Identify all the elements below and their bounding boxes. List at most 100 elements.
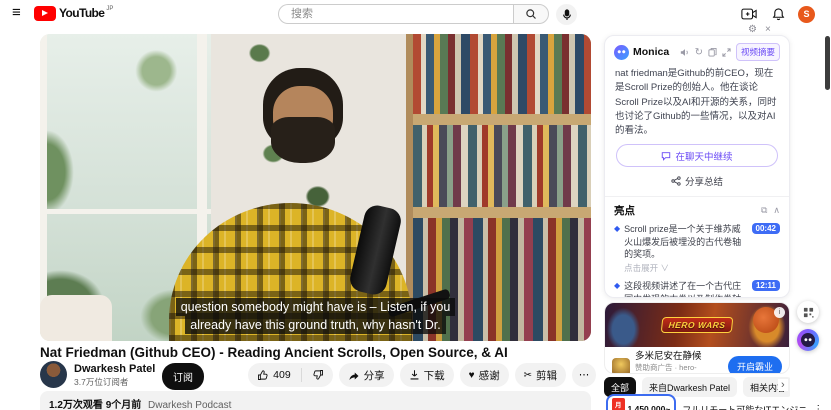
pill-divider: [300, 368, 302, 382]
refresh-button[interactable]: ↻: [695, 47, 703, 58]
share-icon: [349, 372, 359, 380]
thanks-heart-icon: ♥: [468, 369, 475, 381]
download-label: 下载: [423, 369, 445, 382]
sparkle-icon: ◆: [614, 281, 621, 291]
search-button[interactable]: [513, 4, 549, 24]
monica-panel: Monica ↻ 视频摘要 nat friedman是Github的前CEO，现…: [604, 35, 790, 298]
create-video-icon: [741, 8, 757, 20]
subscriber-count: 3.7万位订阅者: [74, 377, 129, 387]
monica-toolbar: ↻ 视频摘要: [680, 43, 780, 61]
search-input[interactable]: [278, 4, 513, 24]
ad-sponsor-label: 赞助商广告 · hero-wars.com: [635, 363, 697, 373]
sparkle-icon: ◆: [614, 224, 621, 234]
monica-header: Monica ↻ 视频摘要: [614, 43, 780, 61]
voice-search-button[interactable]: [556, 4, 577, 25]
menu-icon[interactable]: ≡: [12, 4, 21, 21]
price-value: 1,450,000~: [627, 404, 671, 410]
ad-cta-button[interactable]: 开启霸业: [727, 356, 782, 373]
caption-line-1: question somebody might have is – Listen…: [175, 297, 456, 316]
book-row: [413, 34, 591, 114]
thanks-button[interactable]: ♥ 感谢: [459, 363, 509, 387]
channel-name[interactable]: Dwarkesh Patel: [74, 363, 155, 375]
book-row: [413, 124, 591, 208]
video-player[interactable]: question somebody might have is – Listen…: [40, 34, 591, 341]
panel-divider: [605, 196, 789, 198]
highlights-tools: ⧉ ∧: [761, 205, 780, 216]
highlights-title: 亮点: [614, 205, 635, 218]
share-summary-button[interactable]: 分享总结: [614, 171, 780, 191]
product-menu-icon[interactable]: ⋮: [813, 404, 823, 410]
download-icon: [410, 370, 419, 380]
monica-title: Monica: [633, 46, 670, 58]
window-frame: [40, 34, 47, 341]
search-bar: [278, 4, 577, 25]
chat-icon: [662, 151, 671, 161]
download-button[interactable]: 下载: [399, 363, 454, 387]
tabs-scroll-right-icon[interactable]: ›: [778, 379, 788, 391]
youtube-region-label: JP: [106, 6, 114, 12]
copy-highlights-icon[interactable]: ⧉: [761, 205, 767, 216]
shelf-board: [406, 113, 591, 125]
panel-settings-icon[interactable]: ⚙: [748, 24, 757, 35]
product-row: 月額 1,450,000~ フルリモート可能なITエンジニ ⋮: [606, 394, 823, 410]
subscribe-button[interactable]: 订阅: [162, 363, 204, 390]
timestamp-badge[interactable]: 12:11: [751, 280, 780, 292]
speaker-beard: [271, 116, 335, 163]
expand-highlight-link[interactable]: 点击展开 ∨: [624, 262, 747, 274]
screenshot-tool-button[interactable]: [797, 301, 819, 323]
thumb-up-icon[interactable]: [257, 369, 269, 381]
video-captions: question somebody might have is – Listen…: [40, 297, 591, 334]
ad-brand-logo: HERO WARS: [660, 317, 734, 333]
monica-launcher-button[interactable]: [797, 329, 819, 351]
read-aloud-button[interactable]: [680, 48, 690, 57]
description-box[interactable]: 1.2万次观看 9个月前 Dwarkesh Podcast Nat Friedm…: [40, 391, 591, 410]
highlight-item: ◆ 这段视频讲述了在一个古代庄园中发现的古卷以及制作卷轴的过程。 点击展开 ∨ …: [614, 280, 780, 297]
like-dislike-pill: 409: [248, 363, 333, 387]
product-title[interactable]: フルリモート可能なITエンジニ: [682, 403, 807, 410]
more-icon: ⋯: [578, 369, 590, 381]
shelf-board: [406, 207, 591, 219]
ad-banner[interactable]: HERO WARS i: [605, 303, 789, 347]
monica-logo-icon: [614, 44, 629, 60]
channel-avatar[interactable]: [40, 361, 67, 388]
ad-card: HERO WARS i 多米尼安在静候 赞助商广告 · hero-wars.co…: [604, 302, 790, 374]
top-bar: ≡ YouTube JP S: [0, 0, 831, 28]
copy-summary-button[interactable]: [708, 47, 717, 57]
share-button[interactable]: 分享: [338, 363, 394, 387]
youtube-logo-text: YouTube: [59, 6, 105, 20]
youtube-logo[interactable]: YouTube JP: [34, 6, 113, 21]
price-badge: 月額: [612, 398, 625, 410]
clip-button[interactable]: ✂ 剪辑: [514, 363, 566, 387]
like-count[interactable]: 409: [273, 369, 291, 381]
chevron-down-icon: ∨: [660, 263, 670, 274]
create-video-button[interactable]: [740, 5, 758, 23]
copy-icon: [708, 47, 717, 57]
thumb-down-icon[interactable]: [312, 369, 324, 381]
video-summary-button[interactable]: 视频摘要: [735, 43, 780, 61]
highlight-item: ◆ Scroll prize是一个关于维苏威火山爆发后被埋没的古代卷轴的奖项。 …: [614, 223, 780, 274]
expand-panel-button[interactable]: [722, 47, 731, 57]
panel-close-icon[interactable]: ×: [765, 24, 771, 35]
ad-app-icon: [612, 357, 630, 373]
share-nodes-icon: [671, 176, 681, 186]
timestamp-badge[interactable]: 00:42: [751, 223, 780, 235]
ad-info-icon[interactable]: i: [774, 307, 785, 318]
top-right-controls: S: [740, 5, 815, 23]
page-scrollbar[interactable]: [825, 36, 830, 90]
collapse-highlights-icon[interactable]: ∧: [773, 205, 780, 216]
highlight-text: Scroll prize是一个关于维苏威火山爆发后被埋没的古代卷轴的奖项。: [624, 224, 742, 260]
share-label: 分享: [363, 369, 385, 382]
window-frame: [40, 208, 211, 214]
summary-text: nat friedman是Github的前CEO，现在是Scroll Prize…: [615, 68, 777, 136]
account-avatar[interactable]: S: [798, 5, 815, 23]
clip-label: 剪辑: [536, 369, 557, 382]
continue-label: 在聊天中继续: [675, 151, 733, 163]
continue-in-chat-button[interactable]: 在聊天中继续: [616, 144, 778, 168]
notifications-button[interactable]: [769, 5, 787, 23]
description-meta: 1.2万次观看 9个月前 Dwarkesh Podcast: [49, 396, 582, 410]
highlights-header: 亮点 ⧉ ∧: [614, 203, 780, 218]
product-price-chip[interactable]: 月額 1,450,000~: [606, 394, 677, 410]
caption-line-2: already have this ground truth, why hasn…: [185, 315, 446, 334]
microphone-icon: [562, 8, 571, 20]
more-actions-button[interactable]: ⋯: [572, 363, 596, 387]
